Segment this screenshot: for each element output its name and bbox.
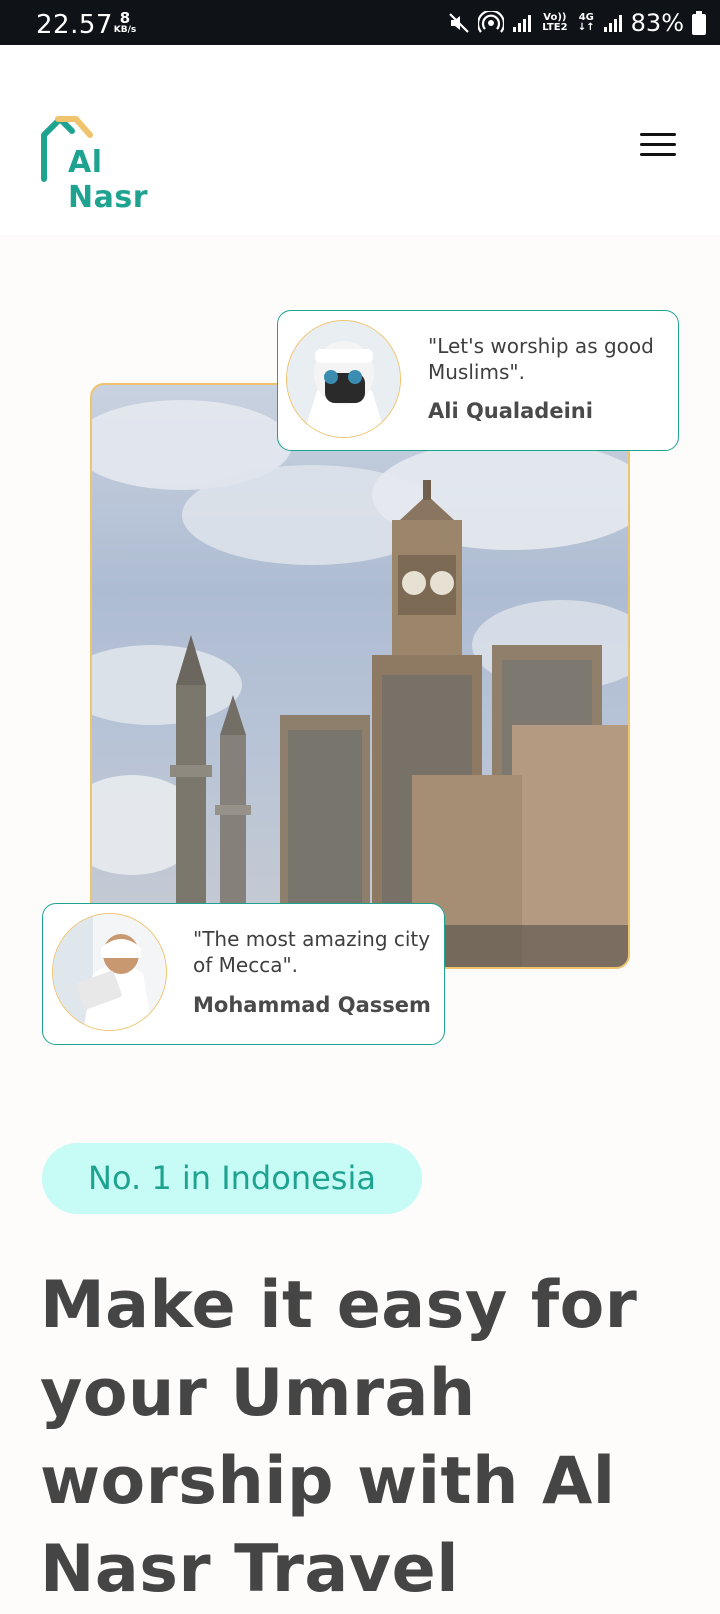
testimonial-card: "Let's worship as good Muslims". Ali Qua… — [277, 310, 679, 451]
hero-image — [90, 383, 630, 969]
testimonial-author: Mohammad Qassem — [193, 993, 431, 1017]
status-time: 22.57 — [36, 10, 113, 40]
person-avatar-image — [53, 914, 166, 1030]
signal-icon — [512, 15, 531, 32]
battery-percent: 83% — [630, 9, 684, 37]
logo[interactable]: Al Nasr — [38, 113, 188, 215]
hotspot-icon — [477, 11, 504, 33]
person-avatar-image — [287, 321, 400, 437]
avatar — [286, 320, 401, 438]
status-bar: 22.57 8 KB/s Vo)) LTE2 4G ↓↑ 83% — [0, 0, 720, 45]
status-icons: Vo)) LTE2 4G ↓↑ 83% — [448, 8, 706, 38]
hero-headline: Make it easy for your Umrah worship with… — [40, 1268, 638, 1607]
signal-icon — [603, 15, 622, 32]
network-type: 4G ↓↑ — [577, 12, 595, 33]
network-speed-value: 8 — [119, 9, 131, 27]
logo-text: Al Nasr — [68, 145, 149, 215]
testimonial-card: "The most amazing city of Mecca". Mohamm… — [42, 903, 445, 1045]
testimonial-author: Ali Qualadeini — [428, 399, 593, 423]
network-type-label: 4G — [578, 12, 594, 23]
mecca-tower-image — [92, 400, 628, 967]
testimonial-quote: "The most amazing city of Mecca". — [193, 927, 431, 977]
mute-icon — [449, 13, 469, 33]
avatar — [52, 913, 167, 1031]
hamburger-menu-icon — [640, 133, 676, 156]
site-header: Al Nasr — [0, 45, 720, 235]
testimonial-quote: "Let's worship as good Muslims". — [428, 334, 654, 384]
menu-button[interactable] — [640, 133, 676, 163]
volte-label: Vo)) LTE2 — [542, 12, 568, 33]
ranking-badge: No. 1 in Indonesia — [42, 1143, 422, 1214]
network-speed-unit: KB/s — [113, 25, 137, 35]
battery-icon — [692, 11, 706, 35]
network-speed: 8 KB/s — [110, 11, 140, 35]
